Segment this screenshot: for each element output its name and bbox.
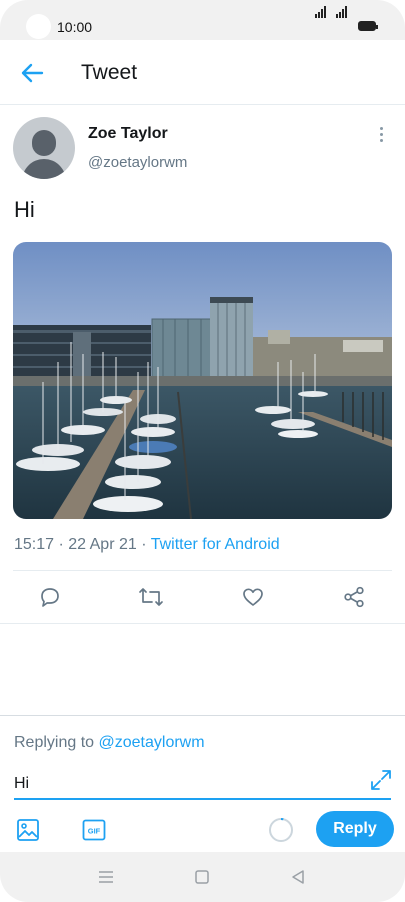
reply-composer: Replying to @zoetaylorwm GIF Reply — [0, 715, 405, 853]
back-triangle-icon[interactable] — [287, 866, 309, 888]
camera-cutout — [26, 14, 51, 39]
divider — [13, 570, 392, 571]
phone-screen: 10:00 Tweet Zoe Taylor @zoetaylorwm Hi 1… — [0, 0, 405, 902]
expand-icon[interactable] — [370, 769, 392, 791]
tweet-date: 22 Apr 21 — [68, 536, 137, 553]
tweet-photo[interactable] — [13, 242, 392, 519]
tweet-source-link[interactable]: Twitter for Android — [151, 536, 280, 553]
reply-input[interactable] — [14, 770, 391, 800]
tweet-meta: 15:17 · 22 Apr 21 · Twitter for Android — [14, 536, 280, 554]
author-name[interactable]: Zoe Taylor — [88, 125, 168, 143]
divider — [0, 623, 405, 624]
replying-prefix: Replying to — [14, 734, 99, 751]
character-count-ring-icon — [269, 818, 293, 842]
retweet-icon — [139, 588, 163, 606]
tweet-time: 15:17 — [14, 536, 55, 553]
reply-button[interactable]: Reply — [316, 811, 394, 847]
comment-icon — [41, 588, 59, 607]
status-bar: 10:00 — [0, 0, 405, 40]
page-title: Tweet — [81, 61, 138, 84]
replying-to-label: Replying to @zoetaylorwm — [14, 734, 205, 752]
arrow-left-icon[interactable] — [20, 62, 44, 84]
tweet-actions — [0, 578, 405, 618]
battery-icon — [358, 21, 378, 31]
replying-to-handle[interactable]: @zoetaylorwm — [99, 734, 205, 751]
svg-text:GIF: GIF — [88, 827, 101, 836]
meta-separator: · — [54, 536, 69, 553]
system-nav-bar — [0, 852, 405, 902]
heart-icon — [243, 588, 263, 606]
avatar[interactable] — [13, 117, 75, 179]
image-icon[interactable] — [16, 818, 40, 842]
gif-icon[interactable]: GIF — [82, 818, 106, 842]
tweet-text: Hi — [14, 197, 35, 222]
more-options-icon[interactable] — [377, 127, 387, 145]
status-time: 10:00 — [57, 19, 93, 35]
top-app-bar: Tweet — [0, 40, 405, 105]
menu-icon[interactable] — [95, 866, 117, 888]
meta-separator: · — [136, 536, 151, 553]
home-icon[interactable] — [191, 866, 213, 888]
share-icon — [344, 586, 364, 608]
retweet-action-button[interactable] — [131, 578, 171, 616]
author-handle[interactable]: @zoetaylorwm — [88, 154, 187, 171]
reply-action-button[interactable] — [30, 578, 70, 616]
share-action-button[interactable] — [334, 578, 374, 616]
like-action-button[interactable] — [233, 578, 273, 616]
marina-photo-image — [13, 242, 392, 519]
